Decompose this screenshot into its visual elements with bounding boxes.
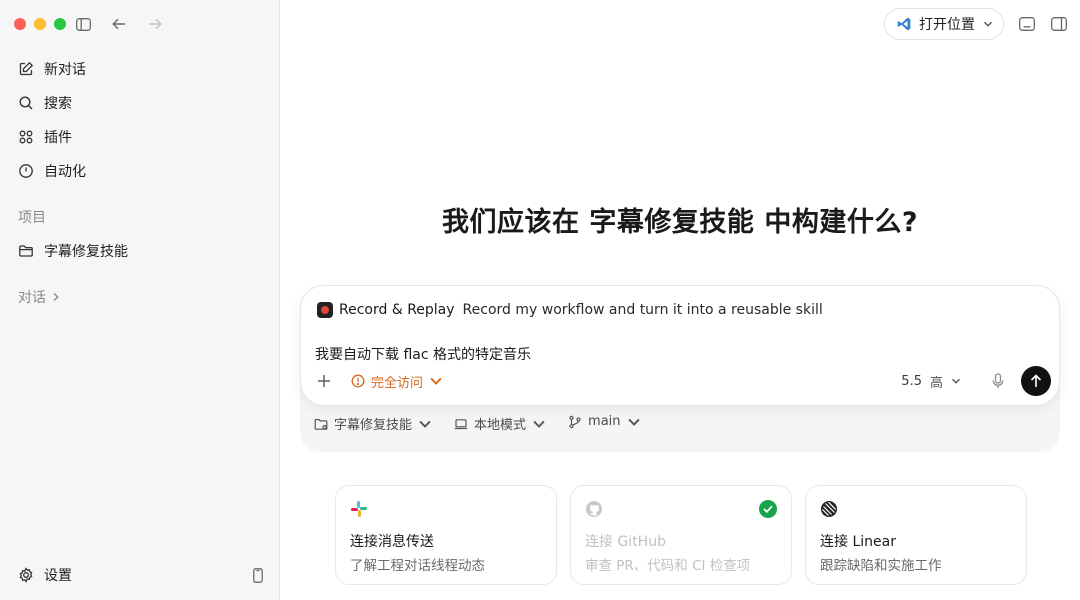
microphone-icon (992, 373, 1004, 388)
vscode-icon (897, 17, 911, 31)
connect-linear-card[interactable]: 连接 Linear 跟踪缺陷和实施工作 (805, 485, 1027, 585)
open-location-button[interactable]: 打开位置 (884, 8, 1004, 40)
projects-heading: 项目 (18, 210, 46, 226)
project-name: 字幕修复技能 (334, 418, 413, 433)
slack-icon (351, 501, 367, 517)
folder-icon (314, 418, 328, 430)
chevron-down-icon (419, 420, 431, 428)
card-title: 连接 GitHub (585, 534, 666, 550)
model-version: 5.5 (901, 373, 922, 389)
model-selector[interactable]: 5.5 高 (901, 372, 961, 391)
record-icon (317, 302, 333, 318)
chevron-down-icon (430, 377, 442, 385)
github-icon (586, 501, 602, 517)
sidebar-item-label: 搜索 (44, 96, 72, 112)
skill-name: Record & Replay (339, 302, 455, 318)
skill-description: Record my workflow and turn it into a re… (462, 302, 823, 318)
microphone-button[interactable] (989, 372, 1007, 390)
search-icon (19, 96, 33, 110)
prompt-input[interactable]: 我要自动下载 flac 格式的特定音乐 (315, 344, 531, 364)
window-controls (14, 18, 66, 30)
composer-toolbar: 完全访问 5.5 高 (313, 365, 1051, 397)
sidebar-item-label: 插件 (44, 130, 72, 146)
project-selector[interactable]: 字幕修复技能 (314, 414, 432, 433)
composer[interactable]: Record & Replay Record my workflow and t… (300, 285, 1060, 406)
arrow-up-icon (1030, 374, 1042, 387)
sidebar-item-project[interactable]: 字幕修复技能 (10, 234, 269, 268)
chevron-down-icon (983, 21, 993, 27)
mode-name: 本地模式 (474, 418, 527, 433)
clock-icon (19, 164, 33, 178)
chevron-down-icon (533, 420, 545, 428)
phone-icon[interactable] (251, 567, 265, 583)
minimize-window-button[interactable] (34, 18, 46, 30)
right-panel-toggle-icon[interactable] (1050, 15, 1068, 33)
close-window-button[interactable] (14, 18, 26, 30)
terminal-panel-icon[interactable] (1018, 15, 1036, 33)
branch-name: main (588, 414, 621, 429)
alert-circle-icon (351, 374, 365, 388)
skill-chip[interactable]: Record & Replay Record my workflow and t… (317, 302, 823, 318)
grid-icon (19, 130, 33, 144)
sidebar: 新对话 搜索 插件 自动化 项目 字幕修复技能 对话 设置 (0, 0, 280, 600)
reasoning-effort: 高 (929, 375, 943, 391)
app-window: 新对话 搜索 插件 自动化 项目 字幕修复技能 对话 设置 打开位置 我们应该在… (0, 0, 1080, 600)
card-title: 连接 Linear (820, 534, 896, 550)
folder-icon (19, 245, 33, 257)
open-location-label: 打开位置 (919, 17, 975, 33)
gear-icon (19, 567, 33, 583)
connect-slack-card[interactable]: 连接消息传送 了解工程对话线程动态 (335, 485, 557, 585)
chevron-right-icon (53, 292, 59, 302)
branch-selector[interactable]: main (568, 414, 640, 429)
sidebar-item-new-chat[interactable]: 新对话 (10, 52, 269, 86)
sidebar-toggle-icon[interactable] (72, 14, 94, 34)
sidebar-toolbar (72, 14, 166, 34)
settings-button[interactable]: 设置 (10, 565, 72, 585)
sidebar-footer: 设置 (10, 562, 265, 588)
back-arrow-icon[interactable] (108, 14, 130, 34)
access-level-label: 完全访问 (371, 375, 424, 391)
settings-label: 设置 (44, 568, 72, 584)
add-attachment-button[interactable] (313, 370, 335, 392)
chevron-down-icon (951, 378, 961, 384)
connected-check-icon (759, 500, 777, 518)
main-panel: 打开位置 我们应该在 字幕修复技能 中构建什么? Record & Replay… (280, 0, 1080, 600)
sidebar-nav: 新对话 搜索 插件 自动化 项目 字幕修复技能 对话 (10, 52, 269, 314)
sidebar-item-search[interactable]: 搜索 (10, 86, 269, 120)
page-title: 我们应该在 字幕修复技能 中构建什么? (442, 207, 918, 238)
connect-github-card[interactable]: 连接 GitHub 审查 PR、代码和 CI 检查项 (570, 485, 792, 585)
integration-cards: 连接消息传送 了解工程对话线程动态 连接 GitHub 审查 PR、代码和 CI… (335, 485, 1027, 585)
sidebar-item-plugins[interactable]: 插件 (10, 120, 269, 154)
conversations-heading[interactable]: 对话 (10, 280, 269, 314)
compose-icon (19, 61, 34, 76)
laptop-icon (454, 418, 468, 429)
forward-arrow-icon[interactable] (144, 14, 166, 34)
card-description: 审查 PR、代码和 CI 检查项 (585, 558, 751, 574)
chevron-down-icon (627, 418, 640, 426)
sidebar-item-label: 新对话 (44, 62, 86, 78)
header-toolbar: 打开位置 (884, 8, 1068, 40)
plus-icon (318, 375, 330, 387)
maximize-window-button[interactable] (54, 18, 66, 30)
linear-icon (821, 501, 837, 517)
sidebar-item-automation[interactable]: 自动化 (10, 154, 269, 188)
composer-area: Record & Replay Record my workflow and t… (300, 285, 1060, 452)
mode-selector[interactable]: 本地模式 (454, 414, 546, 433)
git-branch-icon (569, 415, 581, 428)
card-description: 跟踪缺陷和实施工作 (820, 558, 942, 574)
sidebar-item-label: 自动化 (44, 164, 86, 180)
conversations-label: 对话 (18, 290, 46, 306)
card-description: 了解工程对话线程动态 (350, 558, 485, 574)
access-level-dropdown[interactable]: 完全访问 (351, 372, 443, 391)
card-title: 连接消息传送 (350, 534, 434, 550)
sidebar-item-label: 字幕修复技能 (44, 244, 128, 260)
send-button[interactable] (1021, 366, 1051, 396)
